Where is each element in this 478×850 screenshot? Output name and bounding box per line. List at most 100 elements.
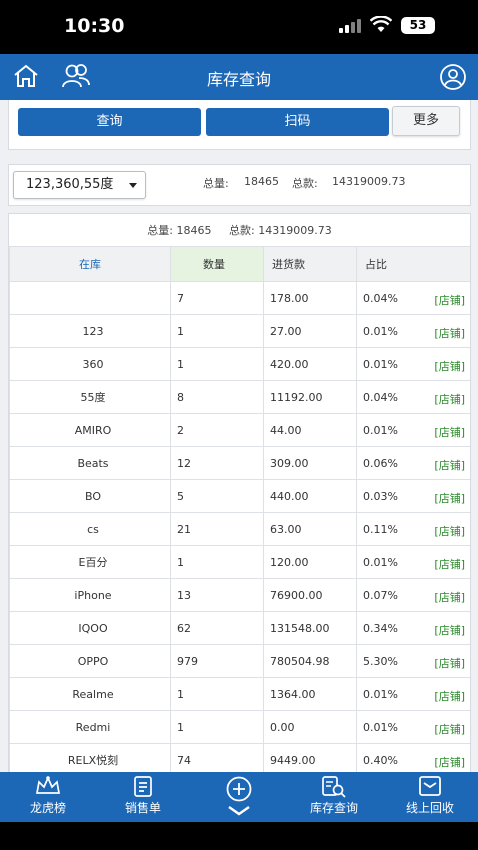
inventory-table: 在库 数量 进货款 占比 7 178.00 0.04% [店铺] 123 1 27.00 0.… <box>9 246 470 772</box>
cell-share: 0.01% [店铺] <box>356 314 470 348</box>
shop-link[interactable]: [店铺] <box>434 688 465 704</box>
more-button[interactable]: 更多 <box>392 106 460 136</box>
cell-qty: 21 <box>170 512 264 546</box>
table-row: IQOO 62 131548.00 0.34% [店铺] <box>9 611 470 645</box>
phone-screen: 10:30 53 库存查询 查询 扫码 更多 123,360,55度 总量: 1… <box>0 0 478 850</box>
nav-label-recycle: 线上回收 <box>405 801 454 815</box>
cell-cost: 440.00 <box>263 479 357 513</box>
cell-stock-name: E百分 <box>9 545 171 579</box>
profile-icon[interactable] <box>439 63 467 91</box>
cell-qty: 13 <box>170 578 264 612</box>
cell-qty: 979 <box>170 644 264 678</box>
table-row: 55度 8 11192.00 0.04% [店铺] <box>9 380 470 414</box>
table-row: iPhone 13 76900.00 0.07% [店铺] <box>9 578 470 612</box>
filter-total-amount: 14319009.73 <box>332 175 406 188</box>
cell-share: 0.40% [店铺] <box>356 743 470 772</box>
share-value: 0.40% <box>363 753 398 767</box>
share-value: 0.03% <box>363 489 398 503</box>
share-value: 0.06% <box>363 456 398 470</box>
share-value: 0.07% <box>363 588 398 602</box>
col-header-qty[interactable]: 数量 <box>170 246 264 282</box>
filter-total-amount-label: 总款: <box>292 177 318 190</box>
nav-item-recycle[interactable]: 线上回收 <box>398 772 462 822</box>
cell-share: 0.01% [店铺] <box>356 677 470 711</box>
table-row: BO 5 440.00 0.03% [店铺] <box>9 479 470 513</box>
cell-stock-name: Redmi <box>9 710 171 744</box>
cell-stock-name: Realme <box>9 677 171 711</box>
shop-link[interactable]: [店铺] <box>434 391 465 407</box>
cell-qty: 62 <box>170 611 264 645</box>
scan-button[interactable]: 扫码 <box>206 108 389 136</box>
shop-link[interactable]: [店铺] <box>434 292 465 308</box>
status-time: 10:30 <box>64 15 125 37</box>
cell-cost: 44.00 <box>263 413 357 447</box>
shop-link[interactable]: [店铺] <box>434 424 465 440</box>
col-header-cost[interactable]: 进货款 <box>263 246 357 282</box>
brand-filter-dropdown[interactable]: 123,360,55度 <box>13 171 146 199</box>
cell-stock-name: IQOO <box>9 611 171 645</box>
cell-share: 0.34% [店铺] <box>356 611 470 645</box>
share-value: 0.11% <box>363 522 398 536</box>
cell-share: 0.04% [店铺] <box>356 380 470 414</box>
shop-link[interactable]: [店铺] <box>434 589 465 605</box>
cell-cost: 178.00 <box>263 281 357 315</box>
col-header-stock[interactable]: 在库 <box>9 246 171 282</box>
nav-item-add[interactable] <box>209 772 269 822</box>
shop-link[interactable]: [店铺] <box>434 721 465 737</box>
cell-qty: 7 <box>170 281 264 315</box>
bottom-nav: 龙虎榜 销售单 库存查询 线上回收 <box>0 772 478 822</box>
cell-share: 0.03% [店铺] <box>356 479 470 513</box>
cell-qty: 5 <box>170 479 264 513</box>
cell-cost: 120.00 <box>263 545 357 579</box>
cell-qty: 8 <box>170 380 264 414</box>
cell-share: 0.04% [店铺] <box>356 281 470 315</box>
cell-qty: 1 <box>170 677 264 711</box>
nav-item-ranking[interactable]: 龙虎榜 <box>18 772 78 822</box>
cell-cost: 27.00 <box>263 314 357 348</box>
cell-stock-name: cs <box>9 512 171 546</box>
table-row: 123 1 27.00 0.01% [店铺] <box>9 314 470 348</box>
cell-stock-name: 123 <box>9 314 171 348</box>
nav-label-sales: 销售单 <box>124 801 161 815</box>
table-total-qty: 18465 <box>176 224 212 237</box>
filter-total-qty: 18465 <box>244 175 279 188</box>
shop-link[interactable]: [店铺] <box>434 490 465 506</box>
shop-link[interactable]: [店铺] <box>434 325 465 341</box>
plus-circle-icon <box>226 776 252 816</box>
table-row: Beats 12 309.00 0.06% [店铺] <box>9 446 470 480</box>
table-row: 360 1 420.00 0.01% [店铺] <box>9 347 470 381</box>
shop-link[interactable]: [店铺] <box>434 754 465 770</box>
cell-share: 0.01% [店铺] <box>356 347 470 381</box>
shop-link[interactable]: [店铺] <box>434 556 465 572</box>
share-value: 0.34% <box>363 621 398 635</box>
col-header-share[interactable]: 占比 <box>356 246 470 282</box>
table-total-amount-label: 总款: <box>229 224 255 237</box>
cell-qty: 1 <box>170 347 264 381</box>
table-row: RELX悦刻 74 9449.00 0.40% [店铺] <box>9 743 470 772</box>
shop-link[interactable]: [店铺] <box>434 523 465 539</box>
cell-stock-name <box>9 281 171 315</box>
receipt-icon <box>134 776 152 797</box>
shop-link[interactable]: [店铺] <box>434 655 465 671</box>
filter-panel: 123,360,55度 总量: 18465 总款: 14319009.73 <box>8 164 471 206</box>
cell-stock-name: BO <box>9 479 171 513</box>
shop-link[interactable]: [店铺] <box>434 358 465 374</box>
query-button[interactable]: 查询 <box>18 108 201 136</box>
cell-stock-name: iPhone <box>9 578 171 612</box>
nav-item-sales[interactable]: 销售单 <box>113 772 173 822</box>
share-value: 5.30% <box>363 654 398 668</box>
cell-qty: 12 <box>170 446 264 480</box>
nav-item-inventory[interactable]: 库存查询 <box>302 772 366 822</box>
inventory-search-icon <box>322 776 346 798</box>
shop-link[interactable]: [店铺] <box>434 457 465 473</box>
crown-icon <box>35 775 61 794</box>
cell-share: 0.07% [店铺] <box>356 578 470 612</box>
app-header: 库存查询 <box>0 54 478 100</box>
cell-qty: 1 <box>170 314 264 348</box>
table-totals: 总量: 18465 总款: 14319009.73 <box>9 222 470 238</box>
cell-cost: 63.00 <box>263 512 357 546</box>
shop-link[interactable]: [店铺] <box>434 622 465 638</box>
cell-cost: 11192.00 <box>263 380 357 414</box>
status-bar: 10:30 53 <box>0 0 478 54</box>
table-row: AMIRO 2 44.00 0.01% [店铺] <box>9 413 470 447</box>
